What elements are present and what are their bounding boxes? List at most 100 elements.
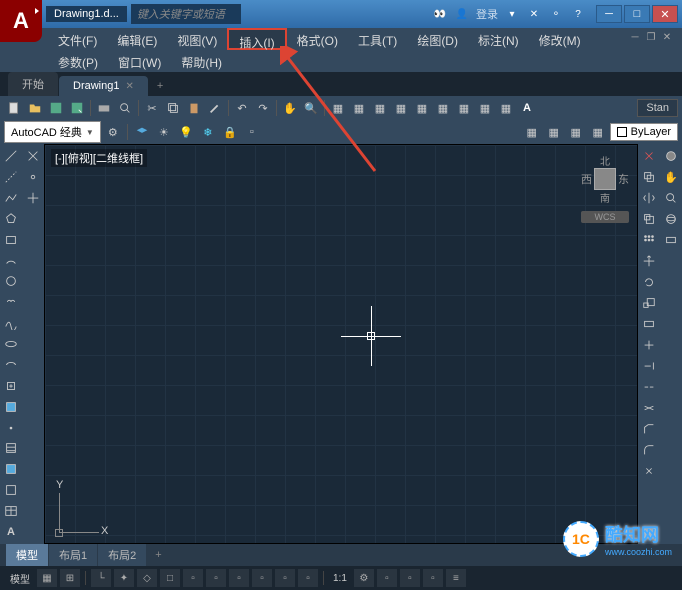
tab-add-button[interactable]: + [149,76,171,96]
menu-file[interactable]: 文件(F) [48,28,107,50]
saveas-icon[interactable] [67,98,87,118]
menu-modify[interactable]: 修改(M) [529,28,591,50]
tool-icon[interactable]: ▫ [206,569,226,587]
bylayer-combo[interactable]: ByLayer [610,123,678,141]
dropdown-icon[interactable]: ▾ [504,6,520,22]
tool-icon[interactable]: ▫ [252,569,272,587]
snap-icon[interactable]: ⊞ [60,569,80,587]
share-icon[interactable]: ⚬ [548,6,564,22]
wcs-label[interactable]: WCS [581,211,629,223]
tool-icon[interactable] [23,146,43,166]
binoculars-icon[interactable]: 👀 [432,6,448,22]
menu-edit[interactable]: 编辑(E) [107,28,167,50]
gear-icon[interactable]: ⚙ [103,122,123,142]
tool-icon[interactable]: ▫ [183,569,203,587]
bulb-icon[interactable]: 💡 [176,122,196,142]
viewcube[interactable]: 北 西东 南 WCS [581,153,629,223]
close-button[interactable]: ✕ [652,5,678,23]
wheel-icon[interactable] [661,146,681,166]
tool-icon[interactable] [23,167,43,187]
array-icon[interactable] [639,230,659,250]
erase-icon[interactable] [639,146,659,166]
open-icon[interactable] [25,98,45,118]
doc-close-button[interactable]: ✕ [660,30,674,44]
table-icon[interactable] [1,501,21,521]
viewcube-west[interactable]: 西 [581,171,592,187]
arc-icon[interactable] [1,250,21,270]
viewcube-top[interactable] [594,168,616,190]
pan-icon[interactable]: ✋ [661,167,681,187]
preview-icon[interactable] [115,98,135,118]
tool-icon[interactable]: ▫ [229,569,249,587]
paste-icon[interactable] [184,98,204,118]
stretch-icon[interactable] [639,314,659,334]
customize-icon[interactable]: ≡ [446,569,466,587]
menu-view[interactable]: 视图(V) [167,28,227,50]
isodraft-icon[interactable]: ◇ [137,569,157,587]
ellipse-icon[interactable] [1,334,21,354]
menu-draw[interactable]: 绘图(D) [407,28,468,50]
viewport-label[interactable]: [-][俯视][二维线框] [51,149,147,167]
point-icon[interactable] [1,418,21,438]
tool-icon[interactable]: ▫ [423,569,443,587]
extend-icon[interactable] [639,356,659,376]
workspace-combo[interactable]: AutoCAD 经典▼ [4,121,101,143]
rectangle-icon[interactable] [1,230,21,250]
block-icon[interactable] [1,397,21,417]
polar-icon[interactable]: ✦ [114,569,134,587]
color-icon[interactable]: ▫ [242,122,262,142]
doc-restore-button[interactable]: ❐ [644,30,658,44]
chamfer-icon[interactable] [639,419,659,439]
tool-icon[interactable]: ▦ [496,98,516,118]
text-style-icon[interactable]: A [517,98,537,118]
scale-label[interactable]: 1:1 [329,573,351,584]
menu-window[interactable]: 窗口(W) [108,50,171,72]
tab-start[interactable]: 开始 [8,72,58,96]
move-icon[interactable] [639,251,659,271]
tool-icon[interactable]: ▦ [349,98,369,118]
viewcube-east[interactable]: 东 [618,171,629,187]
undo-icon[interactable]: ↶ [232,98,252,118]
grid-snap-icon[interactable]: ▦ [37,569,57,587]
login-link[interactable]: 登录 [476,6,498,22]
layout1-tab[interactable]: 布局1 [49,544,97,566]
fillet-icon[interactable] [639,440,659,460]
maximize-button[interactable]: □ [624,5,650,23]
search-input[interactable]: 键入关键字或短语 [131,4,241,24]
plot-icon[interactable] [94,98,114,118]
tool-icon[interactable] [23,188,43,208]
new-icon[interactable] [4,98,24,118]
tool-icon[interactable]: ▦ [328,98,348,118]
mirror-icon[interactable] [639,188,659,208]
trim-icon[interactable] [639,335,659,355]
style-combo[interactable]: Stan [637,99,678,117]
menu-annotate[interactable]: 标注(N) [468,28,529,50]
spline-icon[interactable] [1,313,21,333]
polyline-icon[interactable] [1,188,21,208]
copy-icon[interactable] [163,98,183,118]
menu-tools[interactable]: 工具(T) [348,28,407,50]
polygon-icon[interactable] [1,209,21,229]
tool-icon[interactable]: ▦ [370,98,390,118]
drawing-canvas[interactable]: [-][俯视][二维线框] Y X 北 西东 南 WCS [44,144,638,544]
save-icon[interactable] [46,98,66,118]
layer-tool-icon[interactable]: ▦ [544,122,564,142]
exchange-icon[interactable]: ✕ [526,6,542,22]
ellipse-arc-icon[interactable] [1,355,21,375]
layer-tool-icon[interactable]: ▦ [522,122,542,142]
help-icon[interactable]: ? [570,6,586,22]
rotate-icon[interactable] [639,272,659,292]
tab-drawing1[interactable]: Drawing1✕ [59,76,148,96]
zoom-icon[interactable]: 🔍 [301,98,321,118]
orbit-icon[interactable] [661,209,681,229]
app-logo[interactable]: A [0,0,42,42]
gear-icon[interactable]: ⚙ [354,569,374,587]
explode-icon[interactable] [639,461,659,481]
lock-icon[interactable]: 🔒 [220,122,240,142]
break-icon[interactable] [639,377,659,397]
viewcube-south[interactable]: 南 [581,190,629,205]
layer-tool-icon[interactable]: ▦ [588,122,608,142]
circle-icon[interactable] [1,271,21,291]
insert-icon[interactable] [1,376,21,396]
revcloud-icon[interactable] [1,292,21,312]
